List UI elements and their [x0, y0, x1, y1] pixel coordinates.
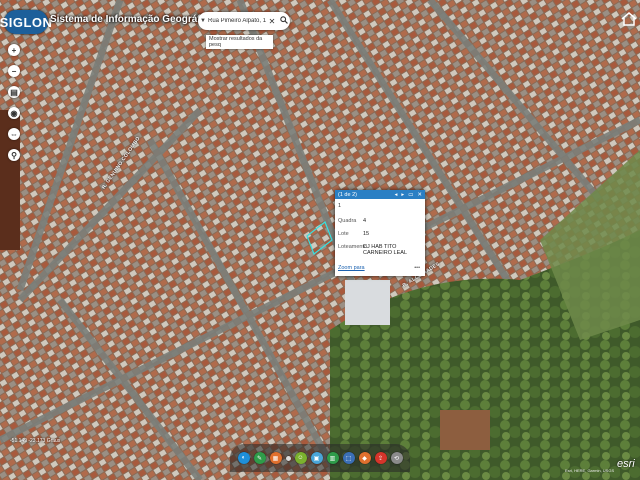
share-icon[interactable]: ⟲ — [390, 452, 403, 464]
popup-header: (1 de 2) ◂ ▸ ▭ ✕ — [335, 190, 425, 199]
field-value: 15 — [363, 231, 370, 237]
select-icon[interactable]: ⬚ — [342, 452, 355, 464]
field-key: Loteamento — [338, 244, 368, 250]
field-key: Lote — [338, 231, 349, 237]
prev-icon[interactable]: ◂ — [395, 192, 398, 198]
close-icon[interactable]: ✕ — [417, 192, 422, 198]
zoom-out-icon[interactable]: − — [8, 65, 20, 77]
popup-field-row: Lote 15 — [335, 229, 425, 239]
locate-icon[interactable]: ◉ — [8, 107, 20, 119]
feature-popup: (1 de 2) ◂ ▸ ▭ ✕ 1 Quadra 4 Lote 15 Loteame… — [335, 190, 425, 276]
coordinate-readout: -51.149 -23.173 Graus — [10, 438, 61, 444]
esri-logo: esri — [617, 458, 635, 470]
chevron-down-icon[interactable]: ▼ — [198, 18, 208, 24]
satellite-map[interactable] — [0, 0, 640, 480]
home-icon[interactable] — [620, 10, 638, 28]
bottom-toolbar: ◐ ✎ ▦ ☺ ▣ ▥ ⬚ ◆ ⇪ ⟲ — [230, 444, 410, 472]
field-key: Quadra — [338, 218, 357, 224]
search-input[interactable]: Rua Pimeiro Alpato, 120 — [208, 18, 266, 24]
search-box[interactable]: ▼ Rua Pimeiro Alpato, 120 ✕ — [198, 12, 290, 30]
location-pin-icon[interactable]: ⚲ — [8, 149, 20, 161]
export-icon[interactable]: ⇪ — [374, 452, 387, 464]
left-toolbar: + − ▤ ◉ ⇔ ⚲ — [8, 44, 20, 170]
grid-icon[interactable]: ▦ — [269, 452, 282, 464]
satellite-imagery — [0, 0, 640, 480]
dot-small[interactable] — [285, 455, 291, 461]
popup-field-row: Quadra 4 — [335, 216, 425, 226]
zoom-to-link[interactable]: Zoom para — [338, 265, 365, 271]
basemap-icon[interactable]: ◐ — [237, 452, 250, 464]
close-icon[interactable]: ✕ — [266, 17, 278, 26]
measure-icon[interactable]: ⇔ — [8, 128, 20, 140]
edit-icon[interactable]: ✎ — [253, 452, 266, 464]
popup-subtitle: 1 — [338, 203, 342, 209]
print-icon[interactable]: ▣ — [310, 452, 323, 464]
dock-icon[interactable]: ▭ — [408, 192, 413, 198]
next-icon[interactable]: ▸ — [401, 192, 404, 198]
more-actions-icon[interactable]: ••• — [414, 265, 420, 271]
search-suggestion[interactable]: Mostrar resultados da pesq — [206, 35, 273, 49]
person-icon[interactable]: ☺ — [294, 452, 307, 464]
popup-field-row: Loteamento CJ HAB TITO CARNEIRO LEAL — [335, 242, 425, 258]
map-attribution: Esri, HERE, Garmin, USGS — [565, 468, 615, 473]
layer-icon[interactable]: ◆ — [358, 452, 371, 464]
popup-title: (1 de 2) — [338, 191, 357, 198]
field-value: CJ HAB TITO CARNEIRO LEAL — [363, 244, 408, 256]
layers-icon[interactable]: ▤ — [8, 86, 20, 98]
chart-icon[interactable]: ▥ — [326, 452, 339, 464]
siglon-logo: SIGLON — [0, 10, 52, 34]
field-value: 4 — [363, 218, 367, 224]
search-icon[interactable] — [278, 16, 290, 26]
zoom-in-icon[interactable]: + — [8, 44, 20, 56]
